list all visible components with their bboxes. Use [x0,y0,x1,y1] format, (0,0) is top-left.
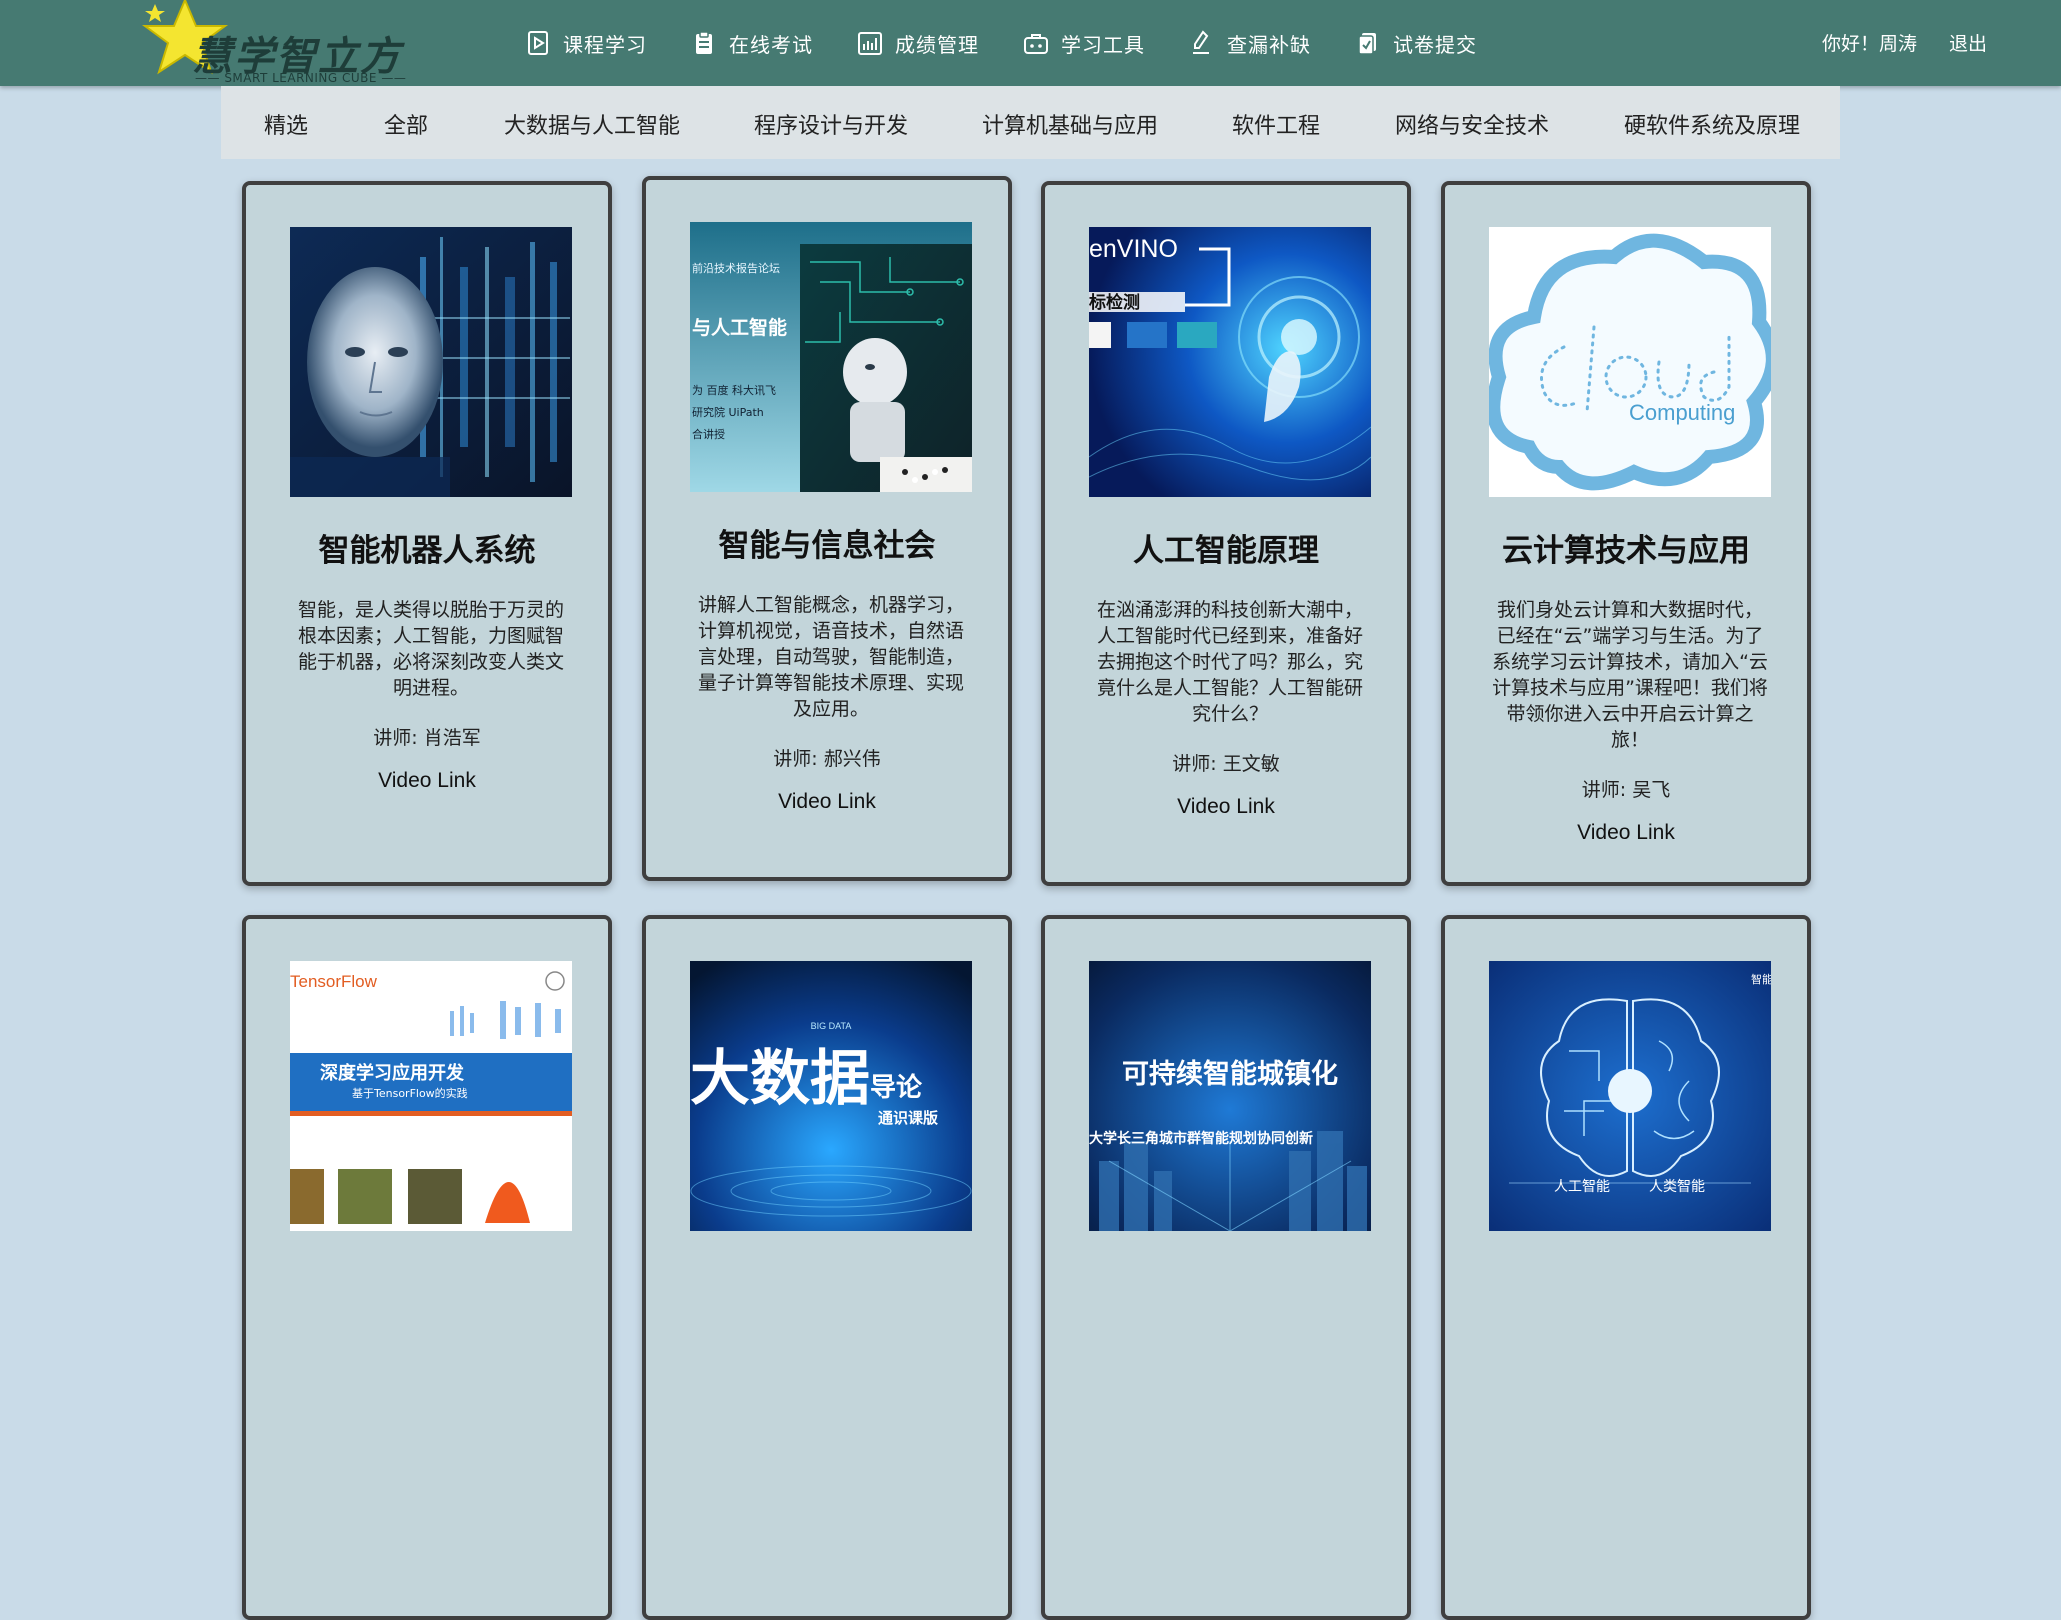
openvino-hand-image[interactable]: enVINO 标检测 [1089,227,1371,497]
course-title: 云计算技术与应用 [1502,533,1750,569]
category-network-security[interactable]: 网络与安全技术 [1395,108,1549,140]
nav-online-exam[interactable]: 在线考试 [691,29,813,58]
image-caption: 与人工智能 [692,316,787,339]
image-caption: enVINO [1089,235,1178,263]
smart-city-image[interactable]: 可持续智能城镇化 大学长三角城市群智能规划协同创新 [1089,961,1371,1231]
course-card[interactable]: 前沿技术报告论坛 与人工智能 为 百度 科大讯飞 研究院 UiPath 合讲授 … [642,176,1012,881]
chart-icon [857,30,883,56]
course-title: 智能与信息社会 [718,528,936,564]
image-caption: TensorFlow [290,972,378,991]
nav-course-study[interactable]: 课程学习 [525,29,647,58]
image-caption: 为 百度 科大讯飞 [692,383,776,397]
big-data-image[interactable]: BIG DATA 大数据 导论 通识课版 [690,961,972,1231]
category-bigdata-ai[interactable]: 大数据与人工智能 [504,108,680,140]
course-teacher: 讲师: 郝兴伟 [773,748,881,770]
logout-link[interactable]: 退出 [1949,29,1987,56]
image-caption: 大学长三角城市群智能规划协同创新 [1089,1130,1313,1147]
category-all[interactable]: 全部 [384,108,428,140]
category-featured[interactable]: 精选 [264,108,308,140]
course-title: 人工智能原理 [1133,533,1319,569]
course-description: 讲解人工智能概念，机器学习，计算机视觉，语音技术，自然语言处理，自动驾驶，智能制… [697,594,964,720]
submit-icon [1355,30,1381,56]
cloud-computing-image[interactable]: Computing [1489,227,1771,497]
top-navbar: 慧学智立方 —— SMART LEARNING CUBE —— 课程学习 在线考… [0,0,2061,86]
robot-chess-image[interactable]: 前沿技术报告论坛 与人工智能 为 百度 科大讯飞 研究院 UiPath 合讲授 [690,222,972,492]
image-caption: 可持续智能城镇化 [1122,1058,1338,1090]
image-caption: 人类智能 [1649,1179,1705,1195]
video-link[interactable]: Video Link [1045,795,1407,819]
category-programming[interactable]: 程序设计与开发 [754,108,908,140]
image-caption: 深度学习应用开发 [320,1062,465,1084]
category-software-engineering[interactable]: 软件工程 [1232,108,1320,140]
robot-face-image[interactable] [290,227,572,497]
nav-label: 学习工具 [1061,32,1145,57]
course-description: 在汹涌澎湃的科技创新大潮中，人工智能时代已经到来，准备好去拥抱这个时代了吗？那么… [1096,599,1363,725]
course-description: 智能，是人类得以脱胎于万灵的根本因素；人工智能，力图赋智能于机器，必将深刻改变人… [297,599,564,699]
nav-label: 成绩管理 [895,32,979,57]
category-bar: 精选 全部 大数据与人工智能 程序设计与开发 计算机基础与应用 软件工程 网络与… [221,86,1840,159]
play-document-icon [525,30,551,56]
clipboard-icon [691,30,717,56]
category-hardware-software[interactable]: 硬软件系统及原理 [1624,108,1800,140]
nav-submit-paper[interactable]: 试卷提交 [1355,29,1477,58]
nav-study-tools[interactable]: 学习工具 [1023,29,1145,58]
pen-icon [1189,30,1215,56]
course-card[interactable]: Computing 云计算技术与应用 我们身处云计算和大数据时代，已经在“云”端… [1441,181,1811,886]
image-caption: 标检测 [1089,292,1140,313]
toolbox-icon [1023,30,1049,56]
video-link[interactable]: Video Link [646,790,1008,814]
course-title: 智能机器人系统 [318,533,536,569]
image-caption: 基于TensorFlow的实践 [352,1086,468,1100]
course-card[interactable]: TensorFlow 深度学习应用开发 基于TensorFlow的实践 [242,915,612,1620]
main-nav: 课程学习 在线考试 成绩管理 学习工具 查漏补缺 试卷提交 [525,0,1521,86]
nav-fill-gaps[interactable]: 查漏补缺 [1189,29,1311,58]
image-caption: 前沿技术报告论坛 [692,261,780,275]
image-caption: 合讲授 [692,427,725,441]
course-card[interactable]: BIG DATA 大数据 导论 通识课版 [642,915,1012,1620]
video-link[interactable]: Video Link [1445,821,1807,845]
category-computer-basics[interactable]: 计算机基础与应用 [982,108,1158,140]
image-caption: 导论 [870,1073,923,1103]
image-caption: BIG DATA [811,1021,852,1031]
course-teacher: 讲师: 吴飞 [1581,779,1671,801]
nav-grade-management[interactable]: 成绩管理 [857,29,979,58]
brain-circuit-image[interactable]: 智能 人工智能 人类智能 [1489,961,1771,1231]
course-card[interactable]: 可持续智能城镇化 大学长三角城市群智能规划协同创新 [1041,915,1411,1620]
user-greeting: 你好！周涛 [1822,33,1918,55]
image-caption: 人工智能 [1554,1179,1610,1195]
course-description: 我们身处云计算和大数据时代，已经在“云”端学习与生活。为了系统学习云计算技术，请… [1492,599,1768,751]
image-caption: 智能 [1751,972,1771,986]
image-caption: 大数据 [690,1044,870,1114]
site-logo[interactable]: 慧学智立方 —— SMART LEARNING CUBE —— [135,0,420,86]
nav-label: 试卷提交 [1393,32,1477,57]
course-card[interactable]: 智能机器人系统 智能，是人类得以脱胎于万灵的根本因素；人工智能，力图赋智能于机器… [242,181,612,886]
course-card[interactable]: 智能 人工智能 人类智能 [1441,915,1811,1620]
logo-subtitle: —— SMART LEARNING CUBE —— [195,71,407,85]
nav-label: 在线考试 [729,32,813,57]
nav-label: 课程学习 [563,32,647,57]
image-caption: 通识课版 [878,1109,938,1127]
image-caption: Computing [1629,400,1735,425]
tensorflow-book-image[interactable]: TensorFlow 深度学习应用开发 基于TensorFlow的实践 [290,961,572,1231]
video-link[interactable]: Video Link [246,769,608,793]
course-teacher: 讲师: 王文敏 [1172,753,1280,775]
nav-label: 查漏补缺 [1227,32,1311,57]
course-card[interactable]: enVINO 标检测 人工智能原理 在汹涌澎湃的科技创新大潮中，人工智能时代已经… [1041,181,1411,886]
image-caption: 研究院 UiPath [692,405,764,419]
course-teacher: 讲师: 肖浩军 [373,727,481,749]
